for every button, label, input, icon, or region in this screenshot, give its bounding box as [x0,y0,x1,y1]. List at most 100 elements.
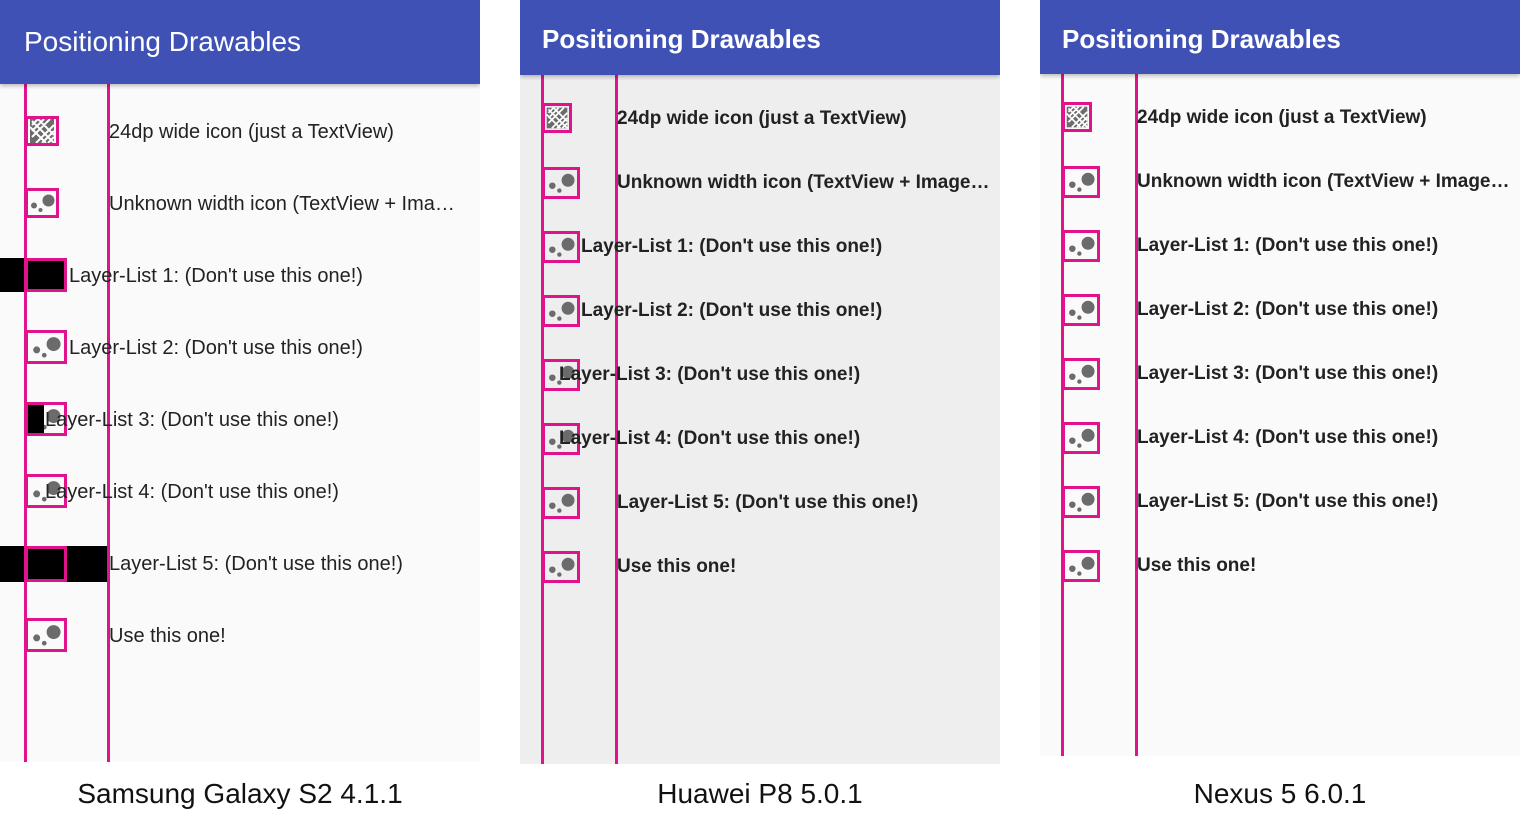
list-item[interactable]: Layer-List 1: (Don't use this one!) [520,219,1000,275]
list-item[interactable]: Layer-List 3: (Don't use this one!) [1040,346,1520,402]
list-item-label: Layer-List 2: (Don't use this one!) [69,337,363,359]
icon-bounds [542,295,580,327]
list-item-label: 24dp wide icon (just a TextView) [109,121,394,143]
list-item[interactable]: Use this one! [1040,538,1520,594]
icon-bounds [1062,422,1100,454]
app-bar: Positioning Drawables [1040,0,1520,74]
list-item[interactable]: Layer-List 4: (Don't use this one!) [0,464,480,520]
list-item-label: Layer-List 3: (Don't use this one!) [1137,363,1439,384]
icon-bounds [25,116,59,146]
list-item-label: Use this one! [617,556,737,577]
list-item-label: 24dp wide icon (just a TextView) [1137,107,1427,128]
icon-bounds [25,546,67,582]
icon-bounds [1062,102,1092,132]
list-item[interactable]: Layer-List 5: (Don't use this one!) [1040,474,1520,530]
content-area: 24dp wide icon (just a TextView) Unknown… [1040,74,1520,756]
list-item-label: Use this one! [109,625,226,647]
list-item[interactable]: Layer-List 2: (Don't use this one!) [1040,282,1520,338]
list-item[interactable]: Layer-List 5: (Don't use this one!) [0,536,480,592]
list-item[interactable]: Layer-List 4: (Don't use this one!) [1040,410,1520,466]
list-item-label: Unknown width icon (TextView + ImageView… [1137,171,1517,192]
list-item-label: Layer-List 2: (Don't use this one!) [581,300,883,321]
phone-huawei: Positioning Drawables 24dp wide icon (ju… [520,0,1000,764]
list-item-label: Layer-List 3: (Don't use this one!) [45,409,339,431]
list-item[interactable]: 24dp wide icon (just a TextView) [520,91,1000,147]
list-item[interactable]: Layer-List 2: (Don't use this one!) [0,320,480,376]
phone-nexus: Positioning Drawables 24dp wide icon (ju… [1040,0,1520,756]
list-item-label: Layer-List 3: (Don't use this one!) [559,364,861,385]
dots-icon [28,191,56,215]
icon-bounds [25,330,67,364]
icon-bounds [1062,294,1100,326]
list-item-label: 24dp wide icon (just a TextView) [617,108,907,129]
list-item[interactable]: Unknown width icon (TextView + ImageView… [520,155,1000,211]
black-artifact [0,546,24,582]
dots-icon [28,333,64,361]
guide-line-left [24,84,27,762]
list-item[interactable]: Layer-List 4: (Don't use this one!) [520,411,1000,467]
black-artifact [28,405,44,433]
list-item[interactable]: 24dp wide icon (just a TextView) [1040,90,1520,146]
icon-bounds [542,231,580,263]
icon-bounds [25,618,67,652]
icon-bounds [25,258,67,292]
dots-icon [28,621,64,649]
content-area: 24dp wide icon (just a TextView) Unknown… [520,75,1000,764]
icon-bounds [542,551,580,583]
icon-bounds [1062,550,1100,582]
dots-icon [1065,425,1097,451]
list-item-label: Unknown width icon (TextView + ImageView… [617,172,997,193]
dots-icon [1065,489,1097,515]
list-item-label: Layer-List 4: (Don't use this one!) [45,481,339,503]
dots-icon [545,554,577,580]
broken-image-icon [545,106,569,130]
icon-bounds [1062,486,1100,518]
list-item[interactable]: 24dp wide icon (just a TextView) [0,104,480,160]
icon-bounds [542,487,580,519]
icon-bounds [1062,358,1100,390]
list-item[interactable]: Layer-List 3: (Don't use this one!) [0,392,480,448]
dots-icon [1065,553,1097,579]
list-item-label: Layer-List 2: (Don't use this one!) [1137,299,1439,320]
dots-icon [1065,361,1097,387]
dots-icon [1065,297,1097,323]
list-item[interactable]: Unknown width icon (TextView + ImageView… [1040,154,1520,210]
dots-icon [545,170,577,196]
list-item-label: Layer-List 1: (Don't use this one!) [69,265,363,287]
list-item[interactable]: Layer-List 1: (Don't use this one!) [0,248,480,304]
list-item[interactable]: Layer-List 3: (Don't use this one!) [520,347,1000,403]
list-item[interactable]: Use this one! [0,608,480,664]
list-item-label: Use this one! [1137,555,1257,576]
device-caption: Nexus 5 6.0.1 [1193,778,1367,809]
icon-bounds [542,103,572,133]
device-caption: Samsung Galaxy S2 4.1.1 [77,778,403,809]
black-artifact [0,258,24,292]
icon-bounds [1062,166,1100,198]
list-item[interactable]: Layer-List 5: (Don't use this one!) [520,475,1000,531]
list-item[interactable]: Layer-List 1: (Don't use this one!) [1040,218,1520,274]
dots-icon [545,298,577,324]
list-item[interactable]: Layer-List 2: (Don't use this one!) [520,283,1000,339]
phone-samsung: Positioning Drawables 24dp wide icon (ju… [0,0,480,762]
list-item-label: Layer-List 5: (Don't use this one!) [617,492,919,513]
icon-bounds [542,167,580,199]
guide-line-left [1061,74,1064,756]
icon-bounds [25,188,59,218]
list-item-label: Layer-List 1: (Don't use this one!) [1137,235,1439,256]
broken-image-icon [28,119,56,143]
app-title: Positioning Drawables [24,26,302,57]
app-bar: Positioning Drawables [0,0,480,84]
list-item-label: Layer-List 4: (Don't use this one!) [1137,427,1439,448]
guide-line-left [541,75,544,764]
app-title: Positioning Drawables [542,24,821,54]
dots-icon [1065,169,1097,195]
list-item-label: Layer-List 5: (Don't use this one!) [109,553,403,575]
list-item-label: Layer-List 5: (Don't use this one!) [1137,491,1439,512]
app-title: Positioning Drawables [1062,24,1341,54]
list-item-label: Layer-List 1: (Don't use this one!) [581,236,883,257]
list-item[interactable]: Use this one! [520,539,1000,595]
dots-icon [1065,233,1097,259]
list-item-label: Layer-List 4: (Don't use this one!) [559,428,861,449]
list-item[interactable]: Unknown width icon (TextView + Ima… [0,176,480,232]
black-artifact [67,546,107,582]
